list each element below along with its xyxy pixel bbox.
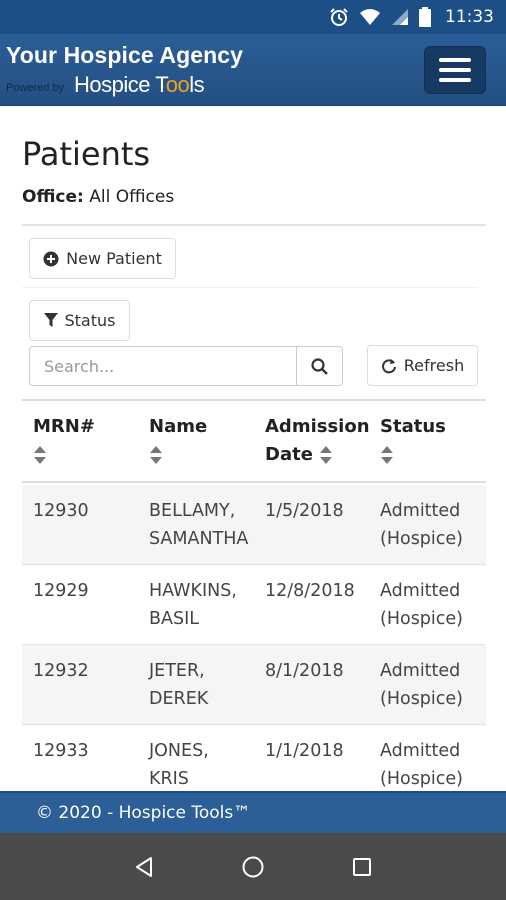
- powered-by-label: Powered by: [6, 82, 65, 94]
- cell-status: Admitted (Hospice): [380, 661, 463, 709]
- office-value: All Offices: [89, 187, 175, 207]
- cell-mrn: 12932: [33, 661, 89, 681]
- alarm-icon: [329, 7, 349, 27]
- battery-icon: [419, 7, 431, 27]
- cell-mrn: 12929: [33, 581, 89, 601]
- patient-table-body: 12930 BELLAMY, SAMANTHA 1/5/2018 Admitted…: [22, 485, 486, 791]
- divider: [22, 224, 486, 226]
- cell-name[interactable]: JETER, DEREK: [149, 657, 269, 713]
- refresh-button[interactable]: Refresh: [367, 345, 478, 386]
- search-button[interactable]: [296, 346, 343, 386]
- cell-status: Admitted (Hospice): [380, 581, 463, 629]
- table-row[interactable]: 12930 BELLAMY, SAMANTHA 1/5/2018 Admitted…: [22, 485, 486, 565]
- hamburger-menu-button[interactable]: [424, 46, 486, 94]
- cell-admission-date: 8/1/2018: [265, 661, 344, 681]
- search-icon: [311, 357, 328, 375]
- agency-title: Your Hospice Agency: [6, 42, 244, 68]
- copyright-text: © 2020 - Hospice Tools™: [36, 803, 251, 823]
- back-icon[interactable]: [124, 847, 164, 887]
- plus-circle-icon: [43, 251, 59, 266]
- office-filter-label: Office: All Offices: [22, 187, 175, 207]
- new-patient-button[interactable]: New Patient: [29, 238, 176, 279]
- cell-admission-date: 1/5/2018: [265, 501, 344, 521]
- hamburger-icon-line: [439, 68, 471, 72]
- divider: [22, 287, 478, 288]
- cell-admission-date: 12/8/2018: [265, 581, 355, 601]
- hospice-tools-logo: Hospice Tools: [74, 72, 205, 97]
- status-time: 11:33: [445, 7, 494, 27]
- recents-icon[interactable]: [342, 847, 382, 887]
- cell-mrn: 12933: [33, 741, 89, 761]
- cell-name[interactable]: JONES, KRIS: [149, 737, 269, 791]
- table-row[interactable]: 12929 HAWKINS, BASIL 12/8/2018 Admitted (H…: [22, 565, 486, 645]
- sort-icon: [320, 446, 333, 464]
- table-row[interactable]: 12932 JETER, DEREK 8/1/2018 Admitted (Hosp…: [22, 645, 486, 725]
- wifi-icon: [359, 8, 381, 26]
- sort-icon: [150, 446, 162, 464]
- column-header-status[interactable]: Status: [380, 413, 446, 469]
- cell-name[interactable]: BELLAMY, SAMANTHA: [149, 497, 269, 553]
- hamburger-icon-line: [439, 78, 471, 82]
- cell-status: Admitted (Hospice): [380, 741, 463, 789]
- app-footer: © 2020 - Hospice Tools™: [0, 791, 506, 833]
- column-header-mrn[interactable]: MRN#: [33, 413, 95, 469]
- cell-mrn: 12930: [33, 501, 89, 521]
- table-row[interactable]: 12933 JONES, KRIS 1/1/2018 Admitted (Hospi…: [22, 725, 486, 791]
- status-filter-button[interactable]: Status: [29, 300, 130, 341]
- cell-admission-date: 1/1/2018: [265, 741, 344, 761]
- home-icon[interactable]: [233, 847, 273, 887]
- column-header-name[interactable]: Name: [149, 413, 207, 469]
- cell-name[interactable]: HAWKINS, BASIL: [149, 577, 269, 633]
- table-header: MRN# Name Admission Date Status: [22, 401, 486, 483]
- status-bar: 11:33: [0, 0, 506, 34]
- system-navigation-bar: [0, 833, 506, 900]
- cell-status: Admitted (Hospice): [380, 501, 463, 549]
- sort-icon: [34, 446, 46, 464]
- sort-icon: [381, 446, 393, 464]
- app-header: Your Hospice Agency Powered by Hospice T…: [0, 34, 506, 106]
- signal-icon: [391, 8, 409, 26]
- refresh-icon: [381, 358, 396, 373]
- filter-icon: [43, 313, 58, 327]
- column-header-admission-date[interactable]: Admission Date: [265, 413, 370, 469]
- search-input[interactable]: [29, 346, 297, 386]
- hamburger-icon-line: [439, 58, 471, 62]
- page-title: Patients: [22, 135, 151, 173]
